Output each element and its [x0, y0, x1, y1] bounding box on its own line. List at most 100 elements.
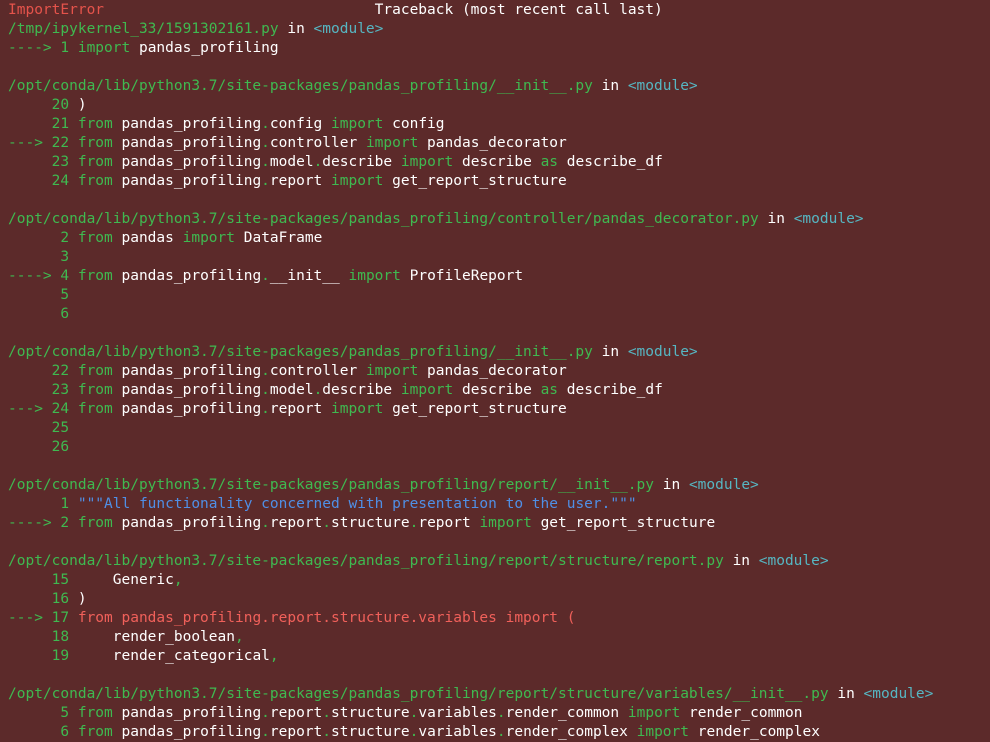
code-token: in — [592, 78, 628, 94]
code-token: import — [400, 154, 454, 170]
code-token: ImportError — [8, 2, 105, 18]
code-token: pandas_profiling — [112, 116, 262, 132]
code-token: model — [269, 154, 314, 170]
traceback-line: 5 from pandas_profiling.report.structure… — [8, 704, 990, 723]
code-token: import — [331, 173, 384, 189]
code-token: 21 — [8, 116, 78, 132]
code-token: 19 — [8, 648, 78, 664]
code-token: /opt/conda/lib/python3.7/site-packages/p… — [8, 686, 829, 702]
traceback-line: /tmp/ipykernel_33/1591302161.py in <modu… — [8, 20, 990, 39]
code-token: variables — [418, 705, 497, 721]
code-token: <module> — [758, 553, 829, 569]
code-token: render_boolean — [77, 629, 235, 645]
code-token: from — [77, 154, 113, 170]
code-token: . — [261, 116, 270, 132]
code-token: <module> — [793, 211, 864, 227]
code-token: in — [592, 344, 628, 360]
code-token: in — [758, 211, 794, 227]
code-token: import — [331, 116, 384, 132]
code-token: 20 — [8, 97, 78, 113]
code-token: pandas_profiling — [112, 363, 262, 379]
code-token: get_report_structure — [383, 173, 567, 189]
code-token: pandas_profiling — [112, 173, 262, 189]
code-token: get_report_structure — [383, 401, 567, 417]
code-token: ---> 24 — [8, 401, 78, 417]
code-token: <module> — [627, 344, 698, 360]
code-token: from — [77, 230, 113, 246]
code-token: as — [540, 154, 559, 170]
code-token: . — [322, 724, 332, 740]
traceback-line: 19 render_categorical, — [8, 647, 990, 666]
code-token: import — [365, 135, 419, 151]
code-token: from — [77, 363, 113, 379]
code-token: model — [269, 382, 314, 398]
traceback-line: 6 — [8, 305, 990, 324]
traceback-line: 15 Generic, — [8, 571, 990, 590]
traceback-line: 16 ) — [8, 590, 990, 609]
code-token: __init__ — [269, 268, 349, 284]
traceback-line: ----> 1 import pandas_profiling — [8, 39, 990, 58]
code-token: pandas_profiling — [112, 382, 262, 398]
traceback-line: 1 """All functionality concerned with pr… — [8, 495, 990, 514]
code-token: . — [261, 705, 270, 721]
code-token: pandas_profiling — [112, 724, 262, 740]
traceback-line: 21 from pandas_profiling.config import c… — [8, 115, 990, 134]
code-token: pandas_profiling — [112, 154, 262, 170]
code-token: . — [261, 135, 270, 151]
code-token: <module> — [688, 477, 759, 493]
traceback-line: /opt/conda/lib/python3.7/site-packages/p… — [8, 77, 990, 96]
code-token: from — [77, 401, 113, 417]
code-token: . — [322, 705, 332, 721]
code-token: from — [77, 724, 113, 740]
code-token: . — [261, 382, 270, 398]
code-token: 5 — [8, 705, 78, 721]
code-token: /opt/conda/lib/python3.7/site-packages/p… — [8, 477, 655, 493]
code-token: DataFrame — [235, 230, 323, 246]
traceback-line: 5 — [8, 286, 990, 305]
code-token: ---> 17 — [8, 610, 78, 626]
code-token: report — [269, 724, 323, 740]
code-token: pandas — [112, 230, 183, 246]
code-token: describe_df — [558, 154, 663, 170]
code-token: 6 — [8, 724, 78, 740]
traceback-line: ---> 22 from pandas_profiling.controller… — [8, 134, 990, 153]
code-token: /opt/conda/lib/python3.7/site-packages/p… — [8, 78, 593, 94]
code-token: get_report_structure — [531, 515, 716, 531]
code-token: ProfileReport — [400, 268, 524, 284]
code-token: report — [269, 173, 332, 189]
traceback-output: ImportError Traceback (most recent call … — [0, 0, 990, 742]
code-token: 26 — [8, 439, 70, 455]
traceback-line: /opt/conda/lib/python3.7/site-packages/p… — [8, 552, 990, 571]
traceback-line: /opt/conda/lib/python3.7/site-packages/p… — [8, 210, 990, 229]
code-token: , — [234, 629, 244, 645]
traceback-line: ---> 17 from pandas_profiling.report.str… — [8, 609, 990, 628]
code-token: import — [331, 401, 384, 417]
code-token: from — [77, 515, 113, 531]
code-token: from — [77, 268, 113, 284]
code-token: pandas_profiling — [112, 705, 262, 721]
code-token: pandas_decorator — [418, 135, 567, 151]
code-token: pandas_profiling — [112, 401, 262, 417]
code-token: as — [540, 382, 559, 398]
code-token: from — [77, 135, 113, 151]
traceback-line: 2 from pandas import DataFrame — [8, 229, 990, 248]
code-token: 16 — [8, 591, 78, 607]
code-token: ----> 1 — [8, 40, 78, 56]
traceback-line: 25 — [8, 419, 990, 438]
code-token: in — [278, 21, 314, 37]
code-token: . — [261, 724, 270, 740]
code-token: 23 — [8, 382, 78, 398]
code-token: /opt/conda/lib/python3.7/site-packages/p… — [8, 344, 593, 360]
code-token: , — [269, 648, 279, 664]
code-token: render_categorical — [77, 648, 270, 664]
code-token: 18 — [8, 629, 78, 645]
code-token: report — [418, 515, 480, 531]
code-token: 22 — [8, 363, 78, 379]
code-token: """All functionality concerned with pres… — [77, 496, 637, 512]
traceback-line: 24 from pandas_profiling.report import g… — [8, 172, 990, 191]
code-token: . — [261, 401, 270, 417]
traceback-line: 3 — [8, 248, 990, 267]
